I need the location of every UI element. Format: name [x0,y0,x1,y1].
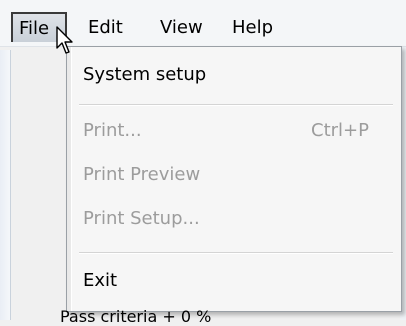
menu-item-print[interactable]: Print... Ctrl+P [83,111,391,151]
menu-item-label: Print... [83,120,142,141]
background-criteria-text: Pass criteria + 0 % [60,307,212,326]
left-panel-edge [0,50,11,320]
file-menu-dropdown: System setup Print... Ctrl+P Print Previ… [66,46,402,312]
menu-item-label: System setup [83,64,207,85]
menu-item-shortcut: Ctrl+P [311,120,369,141]
menu-item-print-setup[interactable]: Print Setup... [83,199,391,239]
menubar-edit[interactable]: Edit [88,14,123,42]
menu-item-exit[interactable]: Exit [83,261,391,301]
menu-item-print-preview[interactable]: Print Preview [83,155,391,195]
menu-separator [79,252,393,254]
menu-item-label: Print Preview [83,164,201,185]
menubar-view[interactable]: View [160,14,203,42]
menu-item-system-setup[interactable]: System setup [83,55,391,95]
menu-item-label: Exit [83,270,118,291]
menu-separator [79,104,393,106]
menu-item-label: Print Setup... [83,208,200,229]
menubar-help[interactable]: Help [232,14,273,42]
mouse-pointer-icon [56,26,73,54]
menu-gutter [67,47,72,311]
